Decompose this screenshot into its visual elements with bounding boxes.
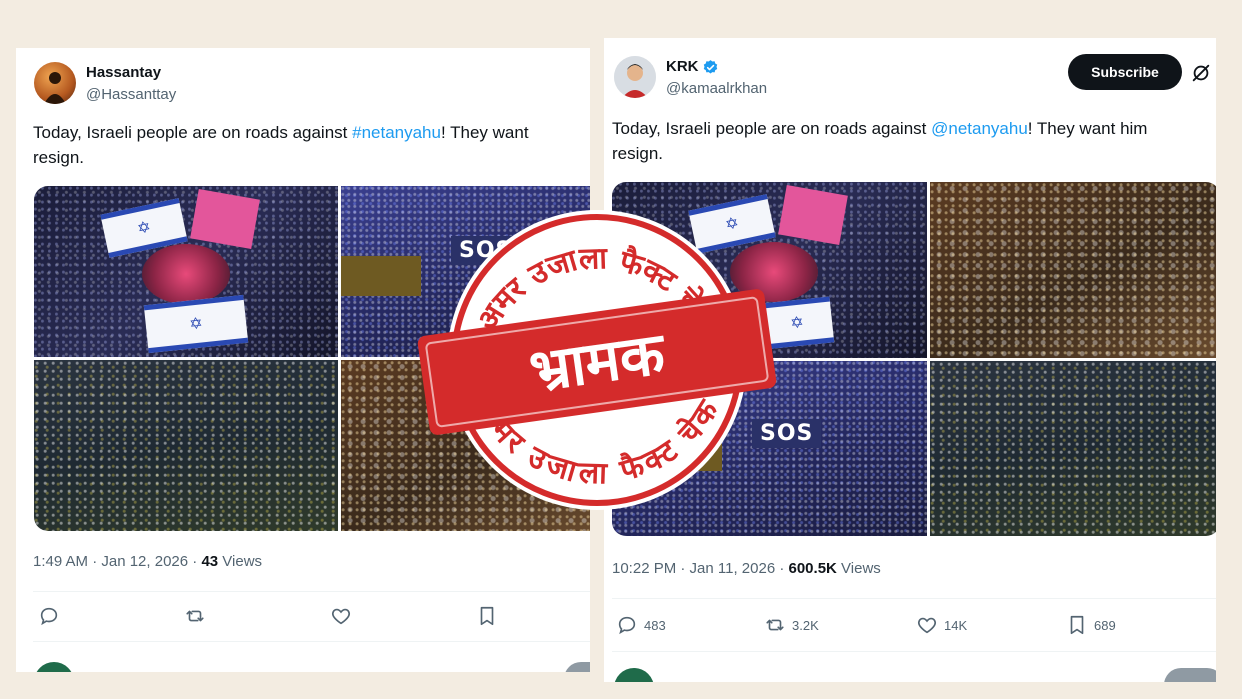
poster-image — [190, 188, 260, 250]
left-avatar[interactable] — [34, 62, 76, 104]
right-meta-time[interactable]: 10:22 PM · Jan 11, 2026 · — [612, 560, 789, 577]
left-photo-3[interactable] — [34, 360, 338, 531]
left-tweet-meta: 1:49 AM · Jan 12, 2026 · 43 Views — [33, 553, 262, 570]
bookmark-count: 689 — [1094, 617, 1116, 633]
left-meta-time[interactable]: 1:49 AM · Jan 12, 2026 · — [33, 553, 201, 570]
right-mention[interactable]: @netanyahu — [931, 119, 1028, 138]
right-like-button[interactable]: 14K — [916, 614, 967, 636]
reply-count: 483 — [644, 617, 666, 633]
right-tweet-meta: 10:22 PM · Jan 11, 2026 · 600.5K Views — [612, 560, 881, 577]
right-reply-button[interactable]: 483 — [616, 614, 666, 636]
left-author-handle[interactable]: @Hassanttay — [86, 86, 176, 103]
reply-icon — [618, 616, 636, 635]
grok-icon[interactable] — [1190, 62, 1212, 84]
reply-button-partial[interactable] — [1164, 668, 1216, 682]
left-views-label: Views — [218, 553, 263, 570]
stage-block — [341, 256, 421, 296]
left-author-name[interactable]: Hassantay — [86, 64, 161, 81]
right-text-before: Today, Israeli people are on roads again… — [612, 119, 932, 138]
left-text-after: ! They want — [440, 123, 529, 142]
right-text-after: ! They want him — [1027, 119, 1148, 138]
right-views-count: 600.5K — [788, 560, 837, 577]
poster-image — [778, 184, 848, 246]
right-avatar[interactable] — [614, 56, 656, 98]
left-text-before: Today, Israeli people are on roads again… — [33, 123, 353, 142]
right-tweet-text: Today, Israeli people are on roads again… — [612, 116, 1216, 166]
crowd-circle — [142, 244, 230, 304]
right-retweet-button[interactable]: 3.2K — [764, 614, 819, 636]
verified-badge-icon — [703, 59, 717, 74]
right-bookmark-button[interactable]: 689 — [1066, 614, 1116, 636]
fact-check-stamp: अमर उजाला फैक्ट चेक अमर उजाला फैक्ट चेक … — [417, 210, 777, 510]
reply-icon — [40, 607, 58, 626]
left-views-count: 43 — [201, 553, 219, 570]
left-like-button[interactable] — [330, 605, 352, 627]
retweet-icon — [186, 610, 204, 622]
bookmark-icon — [1070, 615, 1084, 635]
reply-avatar[interactable] — [614, 668, 654, 682]
right-author-handle[interactable]: @kamaalrkhan — [666, 80, 767, 97]
left-retweet-button[interactable] — [184, 605, 206, 627]
like-icon — [918, 617, 936, 634]
left-divider-top — [33, 591, 590, 592]
like-count: 14K — [944, 617, 968, 633]
left-hashtag[interactable]: #netanyahu — [352, 123, 441, 142]
reply-avatar[interactable] — [34, 662, 74, 672]
left-photo-1[interactable]: ✡ ✡ — [34, 186, 338, 357]
retweet-icon — [766, 619, 784, 631]
right-photo-2[interactable] — [930, 182, 1216, 358]
left-divider-bottom — [33, 641, 590, 642]
right-author-name[interactable]: KRK — [666, 58, 719, 76]
right-author-name-text: KRK — [666, 58, 699, 75]
left-reply-button[interactable] — [38, 605, 60, 627]
right-photo-4[interactable] — [930, 361, 1216, 536]
left-text-line2: resign. — [33, 148, 85, 167]
retweet-count: 3.2K — [792, 617, 819, 633]
subscribe-button[interactable]: Subscribe — [1068, 54, 1182, 90]
right-views-label: Views — [836, 560, 881, 577]
right-divider-bottom — [612, 651, 1216, 652]
bookmark-icon — [480, 606, 494, 626]
left-bookmark-button[interactable] — [476, 605, 498, 627]
right-divider-top — [612, 598, 1216, 599]
left-tweet-text: Today, Israeli people are on roads again… — [33, 120, 590, 170]
flag-image: ✡ — [143, 294, 249, 354]
like-icon — [332, 608, 350, 625]
reply-button-partial[interactable] — [564, 662, 590, 672]
right-text-line2: resign. — [612, 144, 664, 163]
